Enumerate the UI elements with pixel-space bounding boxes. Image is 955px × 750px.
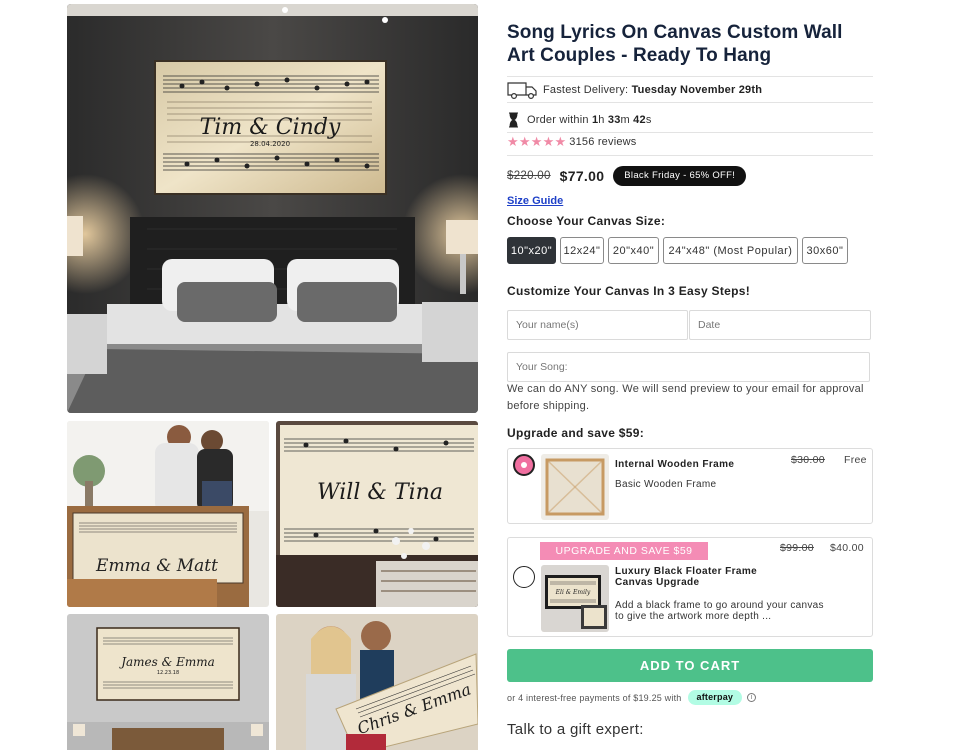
upgrade-1-title: Internal Wooden Frame xyxy=(615,459,735,470)
review-count[interactable]: 3156 reviews xyxy=(569,136,636,148)
timer-minutes: 33 xyxy=(607,114,621,126)
gallery-thumb-3[interactable]: James & Emma 12.23.18 xyxy=(67,614,269,750)
star-icon: ★ xyxy=(542,134,555,149)
original-price: $220.00 xyxy=(507,170,551,182)
afterpay-text: or 4 interest-free payments of $19.25 wi… xyxy=(507,692,682,703)
upgrade-1-old-price: $30.00 xyxy=(791,454,825,466)
afterpay-logo[interactable]: afterpay xyxy=(687,690,743,705)
upgrade-label: Upgrade and save $59: xyxy=(507,426,645,440)
timer-seconds: 42 xyxy=(633,114,646,126)
timer-m-unit: m xyxy=(620,114,630,126)
star-icon: ★ xyxy=(554,134,567,149)
customize-label: Customize Your Canvas In 3 Easy Steps! xyxy=(507,284,751,298)
floater-thumb-names: Eli & Emily xyxy=(555,589,591,596)
upgrade-ribbon: UPGRADE AND SAVE $59 xyxy=(540,542,708,560)
size-label: Choose Your Canvas Size: xyxy=(507,214,666,228)
thumb3-names: James & Emma xyxy=(118,655,215,669)
size-option-12x24[interactable]: 12x24" xyxy=(560,237,604,264)
afterpay-info: or 4 interest-free payments of $19.25 wi… xyxy=(507,690,757,705)
divider xyxy=(507,155,873,156)
upgrade-option-floater-frame[interactable]: UPGRADE AND SAVE $59 Eli & Emily Luxury … xyxy=(507,537,873,637)
thumb1-names: Emma & Matt xyxy=(95,556,218,576)
star-icon: ★ xyxy=(507,134,519,149)
date-input[interactable] xyxy=(689,310,871,340)
delivery-info: Fastest Delivery: Tuesday November 29th xyxy=(507,80,762,100)
timer-h-unit: h xyxy=(598,114,605,126)
size-option-20x40[interactable]: 20"x40" xyxy=(608,237,659,264)
timer-prefix: Order within xyxy=(527,114,589,126)
size-option-30x60[interactable]: 30x60" xyxy=(802,237,848,264)
product-gallery: Tim & Cindy 28.04.2020 Emma & Matt Will … xyxy=(0,0,490,750)
main-product-image[interactable]: Tim & Cindy 28.04.2020 xyxy=(67,4,478,413)
add-to-cart-button[interactable]: ADD TO CART xyxy=(507,649,873,682)
divider xyxy=(507,102,873,103)
size-guide-link[interactable]: Size Guide xyxy=(507,195,563,207)
timer-s-unit: s xyxy=(645,114,652,126)
discount-badge: Black Friday - 65% OFF! xyxy=(613,166,747,186)
order-timer: Order within 1h 33 m 42 s xyxy=(507,112,652,128)
upgrade-1-new-price: Free xyxy=(844,454,867,466)
upgrade-1-desc: Basic Wooden Frame xyxy=(615,479,717,490)
price: $220.00 $77.00 Black Friday - 65% OFF! xyxy=(507,166,747,186)
thumb2-names: Will & Tina xyxy=(317,480,443,505)
delivery-label: Fastest Delivery: xyxy=(543,84,629,96)
info-icon[interactable]: i xyxy=(747,693,757,702)
name-input[interactable] xyxy=(507,310,688,340)
upgrade-2-old-price: $99.00 xyxy=(780,542,814,554)
size-selector: 10"x20" 12x24" 20"x40" 24"x48" (Most Pop… xyxy=(507,237,852,264)
floater-frame-image: Eli & Emily xyxy=(541,565,609,632)
hourglass-icon xyxy=(508,112,519,128)
thumb3-date: 12.23.18 xyxy=(157,670,179,676)
gallery-thumb-4[interactable]: Chris & Emma xyxy=(276,614,478,750)
star-icon: ★ xyxy=(530,134,543,149)
product-title: Song Lyrics On Canvas Custom Wall Art Co… xyxy=(507,22,843,66)
size-option-24x48[interactable]: 24"x48" (Most Popular) xyxy=(663,237,798,264)
upgrade-2-title: Luxury Black Floater Frame Canvas Upgrad… xyxy=(615,566,758,588)
radio-selected[interactable] xyxy=(513,454,535,476)
main-canvas-names: Tim & Cindy xyxy=(200,115,341,140)
star-icon: ★ xyxy=(518,134,531,149)
gallery-thumb-2[interactable]: Will & Tina xyxy=(276,421,478,607)
upgrade-2-desc: Add a black frame to go around your canv… xyxy=(615,600,824,622)
gift-expert-heading: Talk to a gift expert: xyxy=(507,721,644,738)
gallery-thumb-1[interactable]: Emma & Matt xyxy=(67,421,269,607)
radio-unselected[interactable] xyxy=(513,566,535,588)
wooden-frame-image xyxy=(541,454,609,520)
upgrade-2-new-price: $40.00 xyxy=(830,542,864,554)
upgrade-option-wooden-frame[interactable]: Internal Wooden Frame Basic Wooden Frame… xyxy=(507,448,873,524)
main-canvas-date: 28.04.2020 xyxy=(250,140,290,148)
rating[interactable]: ★ ★ ★ ★ ★ 3156 reviews xyxy=(507,135,637,148)
sale-price: $77.00 xyxy=(559,168,605,184)
delivery-date: Tuesday November 29th xyxy=(631,84,763,96)
divider xyxy=(507,76,873,77)
song-input[interactable] xyxy=(507,352,870,382)
size-option-10x20[interactable]: 10"x20" xyxy=(507,237,556,264)
truck-icon xyxy=(507,80,537,100)
song-note: We can do ANY song. We will send preview… xyxy=(507,383,864,412)
star-rating: ★ ★ ★ ★ ★ xyxy=(507,135,566,148)
divider xyxy=(507,132,873,133)
